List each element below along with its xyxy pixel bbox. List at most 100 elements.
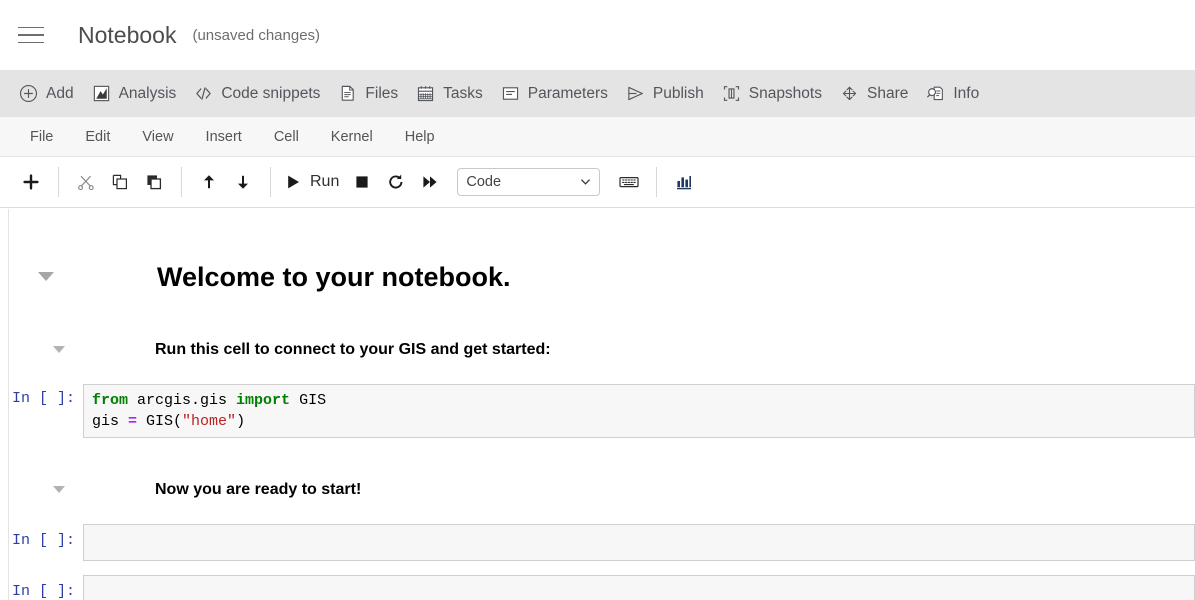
toolbar-label-code-snippets: Code snippets — [221, 85, 320, 103]
code-snippets-icon — [194, 84, 213, 103]
markdown-instruction-cell[interactable]: Run this cell to connect to your GIS and… — [9, 342, 1195, 358]
code-cell-empty-1[interactable]: In [ ]: — [9, 524, 1195, 561]
notebook-app: Notebook (unsaved changes) Add Analysis … — [0, 0, 1195, 600]
chevron-down-icon — [581, 179, 590, 185]
toolbar-label-tasks: Tasks — [443, 85, 483, 103]
code-cell-connect[interactable]: In [ ]: from arcgis.gis import GIS gis =… — [9, 384, 1195, 438]
parameters-icon — [501, 84, 520, 103]
add-circle-icon — [19, 84, 38, 103]
restart-and-run-all-button[interactable] — [413, 165, 447, 199]
toolbar-label-parameters: Parameters — [528, 85, 608, 103]
menu-item-kernel[interactable]: Kernel — [315, 117, 389, 157]
code-editor[interactable] — [83, 575, 1195, 600]
code-editor[interactable]: from arcgis.gis import GIS gis = GIS("ho… — [83, 384, 1195, 438]
code-token: gis — [92, 413, 128, 430]
analysis-icon — [92, 84, 111, 103]
cell-type-select[interactable]: Code — [457, 168, 600, 196]
cell-prompt: In [ ]: — [9, 575, 83, 600]
hamburger-icon[interactable] — [14, 18, 48, 52]
keyboard-icon — [618, 172, 640, 192]
move-cell-down-button[interactable] — [226, 165, 260, 199]
share-icon — [840, 84, 859, 103]
toolbar-item-snapshots[interactable]: Snapshots — [713, 70, 831, 117]
toolbar-item-add[interactable]: Add — [10, 70, 83, 117]
publish-send-icon — [626, 84, 645, 103]
menu-item-file[interactable]: File — [14, 117, 69, 157]
toolbar-item-parameters[interactable]: Parameters — [492, 70, 617, 117]
info-icon — [926, 84, 945, 103]
run-label: Run — [310, 173, 339, 191]
plus-icon — [21, 172, 41, 192]
code-token: "home" — [182, 413, 236, 430]
code-token: = — [128, 413, 137, 430]
bar-chart-icon — [674, 172, 694, 192]
code-token: arcgis.gis — [128, 392, 236, 409]
toolbar-item-info[interactable]: Info — [917, 70, 988, 117]
toolbar-label-analysis: Analysis — [119, 85, 177, 103]
cell-prompt: In [ ]: — [9, 524, 83, 549]
toolbar-item-tasks[interactable]: Tasks — [407, 70, 492, 117]
save-status: (unsaved changes) — [192, 27, 320, 44]
markdown-ready-cell[interactable]: Now you are ready to start! — [9, 482, 1195, 498]
menu-bar: File Edit View Insert Cell Kernel Help — [0, 117, 1195, 157]
toolbar-label-share: Share — [867, 85, 908, 103]
toolbar-divider — [181, 167, 182, 197]
toolbar-item-publish[interactable]: Publish — [617, 70, 713, 117]
menu-item-cell[interactable]: Cell — [258, 117, 315, 157]
toolbar-label-files: Files — [365, 85, 398, 103]
snapshots-icon — [722, 84, 741, 103]
app-toolbar: Add Analysis Code snippets Files Tasks — [0, 70, 1195, 117]
restart-icon — [386, 172, 406, 192]
toolbar-divider — [270, 167, 271, 197]
copy-icon — [110, 172, 130, 192]
toolbar-label-snapshots: Snapshots — [749, 85, 822, 103]
dashboard-button[interactable] — [667, 165, 701, 199]
scissors-icon — [76, 172, 96, 192]
files-icon — [338, 84, 357, 103]
code-token: import — [236, 392, 290, 409]
menu-item-view[interactable]: View — [126, 117, 189, 157]
cell-type-value: Code — [466, 174, 501, 190]
toolbar-item-code-snippets[interactable]: Code snippets — [185, 70, 329, 117]
markdown-heading-cell[interactable]: Welcome to your notebook. — [9, 264, 1195, 291]
insert-cell-below-button[interactable] — [14, 165, 48, 199]
toolbar-item-files[interactable]: Files — [329, 70, 407, 117]
toolbar-item-share[interactable]: Share — [831, 70, 917, 117]
menu-item-help[interactable]: Help — [389, 117, 451, 157]
collapse-triangle-icon[interactable] — [38, 272, 54, 281]
toolbar-label-add: Add — [46, 85, 74, 103]
menu-item-insert[interactable]: Insert — [190, 117, 258, 157]
toolbar-divider — [58, 167, 59, 197]
collapse-triangle-icon[interactable] — [53, 486, 65, 493]
toolbar-item-analysis[interactable]: Analysis — [83, 70, 186, 117]
title-bar: Notebook (unsaved changes) — [0, 0, 1195, 70]
stop-icon — [352, 172, 372, 192]
collapse-triangle-icon[interactable] — [53, 346, 65, 353]
code-token: GIS( — [137, 413, 182, 430]
move-cell-up-button[interactable] — [192, 165, 226, 199]
play-icon — [283, 172, 303, 192]
notebook-body: Welcome to your notebook. Run this cell … — [8, 209, 1195, 600]
toolbar-label-publish: Publish — [653, 85, 704, 103]
markdown-ready-text: Now you are ready to start! — [155, 482, 361, 498]
restart-kernel-button[interactable] — [379, 165, 413, 199]
code-token: from — [92, 392, 128, 409]
paste-cell-button[interactable] — [137, 165, 171, 199]
toolbar-divider — [656, 167, 657, 197]
cut-cell-button[interactable] — [69, 165, 103, 199]
code-editor[interactable] — [83, 524, 1195, 561]
fast-forward-icon — [420, 172, 440, 192]
markdown-instruction-text: Run this cell to connect to your GIS and… — [155, 342, 551, 358]
toolbar-label-info: Info — [953, 85, 979, 103]
menu-item-edit[interactable]: Edit — [69, 117, 126, 157]
markdown-heading-text: Welcome to your notebook. — [157, 264, 511, 291]
command-palette-button[interactable] — [612, 165, 646, 199]
code-cell-empty-2[interactable]: In [ ]: — [9, 575, 1195, 600]
page-title: Notebook — [78, 22, 176, 49]
code-token: GIS — [290, 392, 326, 409]
run-cell-button[interactable]: Run — [281, 172, 345, 192]
interrupt-kernel-button[interactable] — [345, 165, 379, 199]
copy-cell-button[interactable] — [103, 165, 137, 199]
paste-icon — [144, 172, 164, 192]
cell-prompt: In [ ]: — [9, 384, 83, 407]
